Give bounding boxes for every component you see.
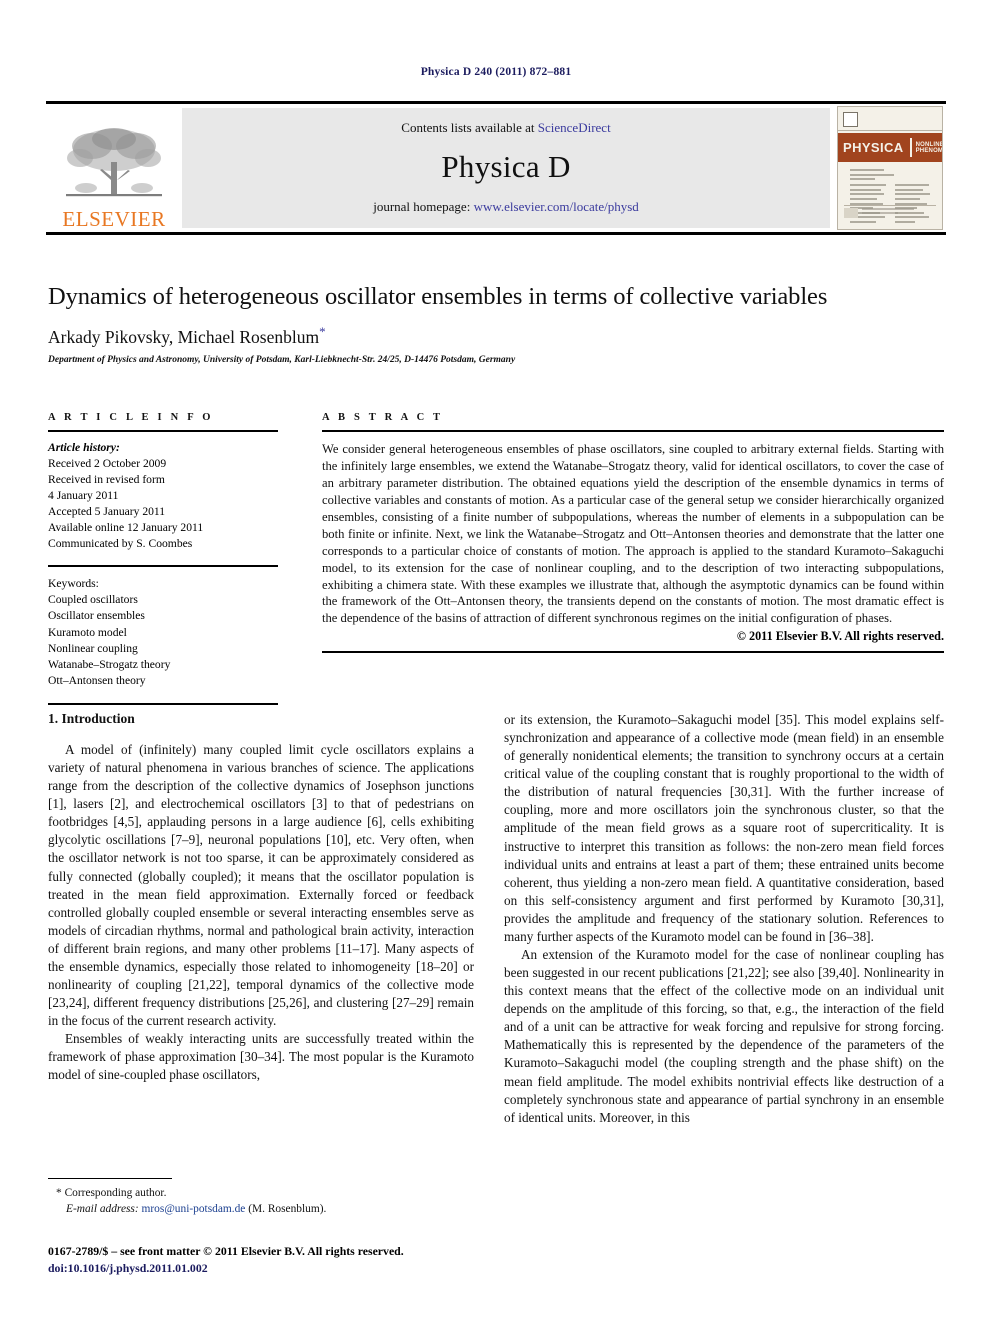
footnote-marker: * (56, 1187, 62, 1199)
article-history-item: Received in revised form (48, 472, 165, 486)
author-names: Arkady Pikovsky, Michael Rosenblum (48, 326, 320, 347)
doi-link[interactable]: doi:10.1016/j.physd.2011.01.002 (48, 1260, 568, 1277)
section-heading-introduction: 1. Introduction (48, 711, 135, 726)
affiliation: Department of Physics and Astronomy, Uni… (48, 354, 516, 365)
article-history-item: Communicated by S. Coombes (48, 536, 193, 550)
keyword-item: Oscillator ensembles (48, 609, 145, 623)
body-paragraph: Ensembles of weakly interacting units ar… (48, 1031, 474, 1083)
article-info-column: A R T I C L E I N F O Article history: R… (48, 412, 278, 706)
cover-subtitle: NONLINEAR PHENOMENA (915, 141, 943, 154)
keyword-item: Coupled oscillators (48, 593, 138, 607)
body-column-right: or its extension, the Kuramoto–Sakaguchi… (504, 711, 944, 1127)
footnote-block: * Corresponding author. E-mail address: … (48, 1178, 474, 1217)
body-paragraph: A model of (infinitely) many coupled lim… (48, 742, 474, 1029)
keywords-block: Keywords: Coupled oscillators Oscillator… (48, 567, 278, 690)
keywords-label: Keywords: (48, 576, 99, 590)
article-history-item: Accepted 5 January 2011 (48, 504, 166, 518)
abstract-copyright: © 2011 Elsevier B.V. All rights reserved… (736, 629, 944, 644)
body-column-left: 1. Introduction A model of (infinitely) … (48, 711, 474, 1084)
body-paragraph: An extension of the Kuramoto model for t… (504, 947, 944, 1125)
keyword-item: Kuramoto model (48, 625, 127, 639)
running-head: Physica D 240 (2011) 872–881 (420, 66, 572, 78)
journal-masthead: ELSEVIER Contents lists available at Sci… (46, 101, 946, 235)
article-history-item: Available online 12 January 2011 (48, 520, 204, 534)
elsevier-tree-icon (66, 128, 162, 197)
email-link[interactable]: mros@uni-potsdam.de (142, 1203, 246, 1215)
contents-prefix: Contents lists available at (401, 120, 538, 135)
corresponding-author-marker: * (319, 323, 326, 339)
footnote-corresponding-text: Corresponding author. (64, 1187, 167, 1199)
keyword-item: Ott–Antonsen theory (48, 674, 146, 688)
cover-footer (844, 205, 936, 226)
elsevier-wordmark: ELSEVIER (62, 207, 166, 231)
contents-available-line: Contents lists available at ScienceDirec… (401, 120, 610, 136)
paper-page: Physica D 240 (2011) 872–881 ELSEVIER Co… (0, 0, 992, 1323)
abstract-bottom-rule (322, 651, 944, 654)
page-footer: 0167-2789/$ – see front matter © 2011 El… (48, 1243, 568, 1277)
footnote-email-line: E-mail address: mros@uni-potsdam.de (M. … (48, 1201, 474, 1217)
footnote-corresponding: * Corresponding author. (48, 1185, 474, 1201)
footnote-rule (48, 1178, 172, 1179)
title-block: Dynamics of heterogeneous oscillator ens… (48, 283, 944, 365)
cover-title-band: PHYSICA NONLINEAR PHENOMENA (838, 133, 942, 162)
body-paragraph: or its extension, the Kuramoto–Sakaguchi… (504, 712, 944, 944)
abstract-text: We consider general heterogeneous ensemb… (322, 442, 944, 626)
article-history-item: Received 2 October 2009 (48, 456, 167, 470)
cover-top-row (843, 111, 937, 127)
keyword-item: Watanabe–Strogatz theory (48, 657, 171, 671)
journal-cover-cell: PHYSICA NONLINEAR PHENOMENA (834, 104, 946, 232)
homepage-prefix: journal homepage: (373, 199, 474, 214)
keyword-item: Nonlinear coupling (48, 641, 138, 655)
email-owner: (M. Rosenblum). (248, 1203, 327, 1216)
abstract-column: A B S T R A C T We consider general hete… (322, 412, 944, 654)
abstract-heading: A B S T R A C T (322, 412, 444, 423)
journal-title: Physica D (441, 149, 571, 184)
journal-homepage-link[interactable]: www.elsevier.com/locate/physd (474, 199, 639, 214)
cover-contents-list (850, 169, 934, 223)
journal-cover-thumbnail: PHYSICA NONLINEAR PHENOMENA (837, 106, 943, 230)
article-history-item: 4 January 2011 (48, 488, 119, 502)
elsevier-logo: ELSEVIER (46, 104, 182, 232)
cover-masthead-text (862, 117, 937, 121)
article-info-bottom-rule (48, 703, 278, 706)
masthead-center: Contents lists available at ScienceDirec… (182, 108, 830, 228)
cover-publisher-mark-icon (843, 111, 858, 127)
article-history-label: Article history: (48, 441, 120, 454)
cover-volume-letter-box (909, 138, 912, 157)
cover-title: PHYSICA (843, 140, 904, 155)
cover-rule (838, 130, 942, 131)
frontmatter-line: 0167-2789/$ – see front matter © 2011 El… (48, 1244, 404, 1258)
email-label: E-mail address: (66, 1203, 139, 1216)
journal-homepage-line: journal homepage: www.elsevier.com/locat… (373, 199, 639, 215)
article-info-heading: A R T I C L E I N F O (48, 412, 214, 423)
cover-sciencedirect-icon (844, 208, 858, 218)
article-history-block: Article history: Received 2 October 2009… (48, 432, 278, 552)
author-list: Arkady Pikovsky, Michael Rosenblum* (48, 324, 944, 348)
page-title: Dynamics of heterogeneous oscillator ens… (48, 283, 828, 310)
sciencedirect-link[interactable]: ScienceDirect (538, 120, 611, 135)
